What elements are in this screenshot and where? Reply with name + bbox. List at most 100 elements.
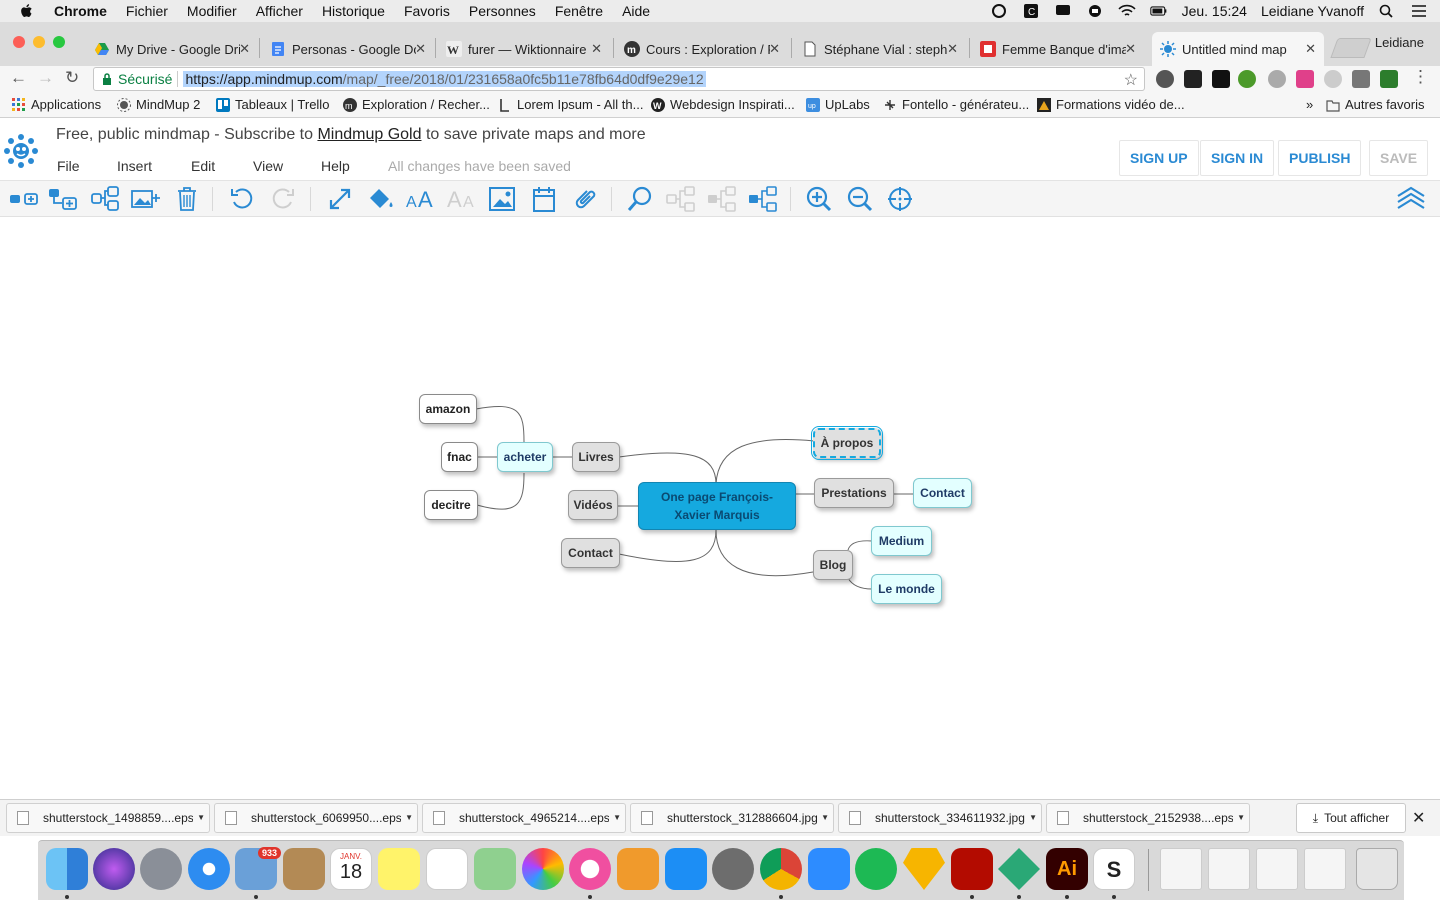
download-item[interactable]: shutterstock_2152938....eps ▼ [1046,803,1250,833]
mindmap-canvas[interactable]: One page François-Xavier Marquis Livres … [0,217,1440,799]
text-size-increase-icon[interactable]: AA [406,185,436,213]
tab-personas[interactable]: Personas - Google Do ✕ [262,32,434,66]
close-downloads-icon[interactable]: ✕ [1412,808,1425,828]
center-map-icon[interactable] [885,185,915,213]
tab-close-icon[interactable]: ✕ [415,41,426,57]
link-attachment-icon[interactable] [570,185,600,213]
bookmark-applications[interactable]: Applications [12,97,101,112]
c-app-icon[interactable]: C [1022,4,1040,18]
downloads-stack-icon[interactable] [1160,848,1202,890]
calendar-icon[interactable]: JANV. 18 [330,848,372,890]
zoom-out-icon[interactable] [845,185,875,213]
screenshot-stack-icon[interactable] [1256,848,1298,890]
chevron-down-icon[interactable]: ▼ [197,813,205,822]
menubar-datetime[interactable]: Jeu. 15:24 [1182,3,1247,19]
trash-icon[interactable] [1356,848,1398,890]
notification-icon[interactable] [1054,4,1072,18]
siri-icon[interactable] [93,848,135,890]
bookmark-star-icon[interactable]: ☆ [1124,70,1138,90]
mindmup-logo-icon[interactable] [2,132,40,170]
launchpad-icon[interactable] [140,848,182,890]
chrome-icon[interactable] [760,848,802,890]
battery-icon[interactable] [1149,4,1168,18]
node-blog[interactable]: Blog [813,550,853,580]
safari-icon[interactable] [188,848,230,890]
menubar-item-personnes[interactable]: Personnes [469,3,536,19]
download-item[interactable]: shutterstock_312886604.jpg ▼ [630,803,834,833]
paint-bucket-icon[interactable] [366,185,396,213]
bookmark-mindmup[interactable]: MindMup 2 [117,97,200,112]
download-item[interactable]: shutterstock_1498859....eps ▼ [6,803,210,833]
node-fnac[interactable]: fnac [441,442,478,472]
tab-close-icon[interactable]: ✕ [769,41,780,57]
mindmup-gold-link[interactable]: Mindmup Gold [317,126,421,143]
screenshot-extension-icon[interactable] [1380,70,1398,88]
bookmark-exploration[interactable]: m Exploration / Recher... [343,97,490,112]
back-icon[interactable]: ← [10,68,27,88]
node-apropos[interactable]: À propos [811,426,883,460]
download-item[interactable]: shutterstock_334611932.jpg ▼ [838,803,1042,833]
menubar-item-modifier[interactable]: Modifier [187,3,237,19]
illustrator-icon[interactable]: Ai [1046,848,1088,890]
sign-in-button[interactable]: SIGN IN [1200,140,1275,176]
menubar-item-favoris[interactable]: Favoris [404,3,450,19]
document-stack-icon[interactable] [1208,848,1250,890]
node-decitre[interactable]: decitre [424,490,478,520]
add-parent-icon[interactable] [90,185,120,213]
fontface-extension-icon[interactable] [1184,70,1202,88]
mindmap-root-node[interactable]: One page François-Xavier Marquis [638,482,796,530]
url-text[interactable]: https://app.mindmup.com/map/_free/2018/0… [183,71,706,87]
add-sibling-icon[interactable] [9,185,39,213]
cast-extension-icon[interactable] [1352,70,1370,88]
photos-icon[interactable] [522,848,564,890]
toggle-collapse-icon[interactable] [748,185,778,213]
toolbar-layers-toggle-icon[interactable] [1396,185,1426,213]
menubar-item-fenetre[interactable]: Fenêtre [555,3,603,19]
menubar-item-afficher[interactable]: Afficher [256,3,303,19]
profile-button[interactable]: Leidiane [1375,35,1424,50]
zoom-in-icon[interactable] [804,185,834,213]
node-livres[interactable]: Livres [572,442,620,472]
background-image-icon[interactable] [487,185,517,213]
node-medium[interactable]: Medium [871,526,932,556]
node-videos[interactable]: Vidéos [568,490,618,520]
s-extension-icon[interactable] [1324,70,1342,88]
forward-icon[interactable]: → [37,68,54,88]
bookmark-trello[interactable]: Tableaux | Trello [216,97,329,112]
node-acheter[interactable]: acheter [497,442,553,472]
zotero-extension-icon[interactable] [1212,70,1230,88]
chevron-down-icon[interactable]: ▼ [821,813,829,822]
slack-icon[interactable]: S [1093,848,1135,890]
show-all-downloads-button[interactable]: ⤓ Tout afficher [1296,803,1406,833]
tab-femme-banque[interactable]: Femme Banque d'imag ✕ [972,32,1144,66]
contacts-icon[interactable] [283,848,325,890]
tab-cours-exploration[interactable]: m Cours : Exploration / F ✕ [616,32,788,66]
redo-icon[interactable] [268,185,298,213]
node-lemonde[interactable]: Le monde [871,574,942,604]
bookmark-webdesign[interactable]: W Webdesign Inspirati... [651,97,795,112]
spotify-icon[interactable] [855,848,897,890]
add-child-icon[interactable] [48,185,78,213]
add-image-icon[interactable] [131,185,161,213]
bookmark-uplabs[interactable]: up UpLabs [806,97,870,112]
finder-icon[interactable] [46,848,88,890]
tab-close-icon[interactable]: ✕ [1305,41,1316,57]
bookmark-other-folder[interactable]: Autres favoris [1326,97,1424,112]
acrobat-icon[interactable] [951,848,993,890]
bookmark-lorem-ipsum[interactable]: Lorem Ipsum - All th... [498,97,643,112]
menubar-item-fichier[interactable]: Fichier [126,3,168,19]
system-preferences-icon[interactable] [712,848,754,890]
reload-icon[interactable]: ↻ [65,68,79,88]
folder-stack-icon[interactable] [1304,848,1346,890]
sketch-icon[interactable] [903,848,945,890]
menu-file[interactable]: File [57,158,80,174]
tab-my-drive[interactable]: My Drive - Google Dri ✕ [86,32,258,66]
notes-icon[interactable] [378,848,420,890]
tab-wiktionnaire[interactable]: W furer — Wiktionnaire ✕ [438,32,610,66]
address-bar[interactable]: Sécurisé https://app.mindmup.com/map/_fr… [93,67,1145,91]
chevron-down-icon[interactable]: ▼ [1029,813,1037,822]
tab-close-icon[interactable]: ✕ [947,41,958,57]
publish-button[interactable]: PUBLISH [1278,140,1362,176]
app-store-icon[interactable] [665,848,707,890]
calendar-attachment-icon[interactable] [530,185,560,213]
